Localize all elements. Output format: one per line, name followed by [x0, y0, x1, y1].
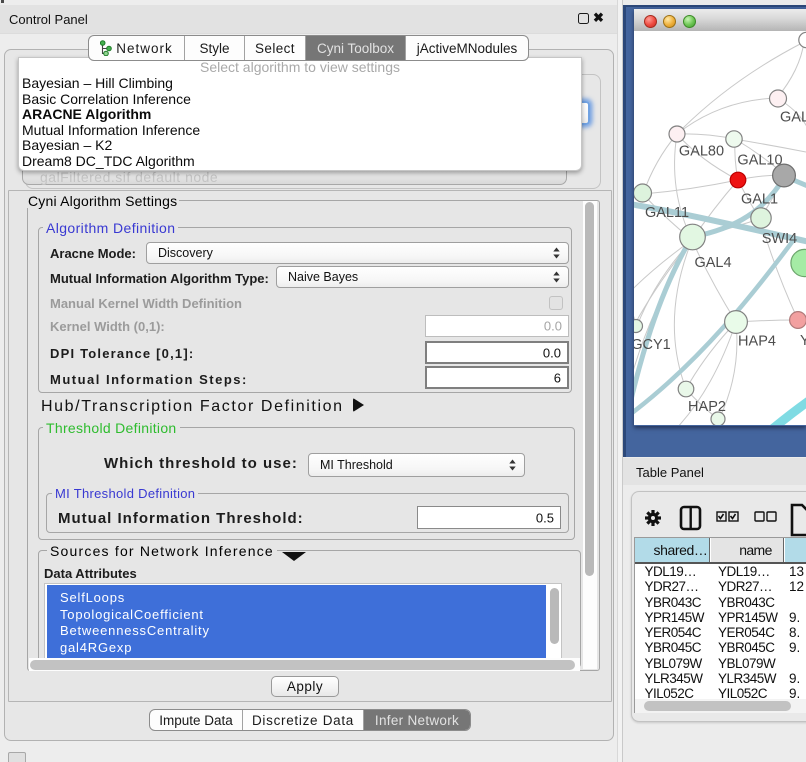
svg-text:HAP4: HAP4	[738, 334, 776, 350]
svg-text:GAL11: GAL11	[645, 205, 689, 221]
svg-text:HAP2: HAP2	[688, 399, 726, 415]
svg-text:GAL10: GAL10	[737, 153, 782, 169]
svg-text:Y: Y	[800, 333, 806, 349]
svg-text:GAL1: GAL1	[741, 192, 778, 208]
svg-text:GAL80: GAL80	[679, 144, 724, 160]
svg-text:GAL7: GAL7	[780, 110, 806, 126]
svg-text:SWI4: SWI4	[762, 231, 797, 247]
svg-text:GAL4: GAL4	[694, 255, 731, 271]
svg-text:GCY1: GCY1	[634, 337, 671, 353]
